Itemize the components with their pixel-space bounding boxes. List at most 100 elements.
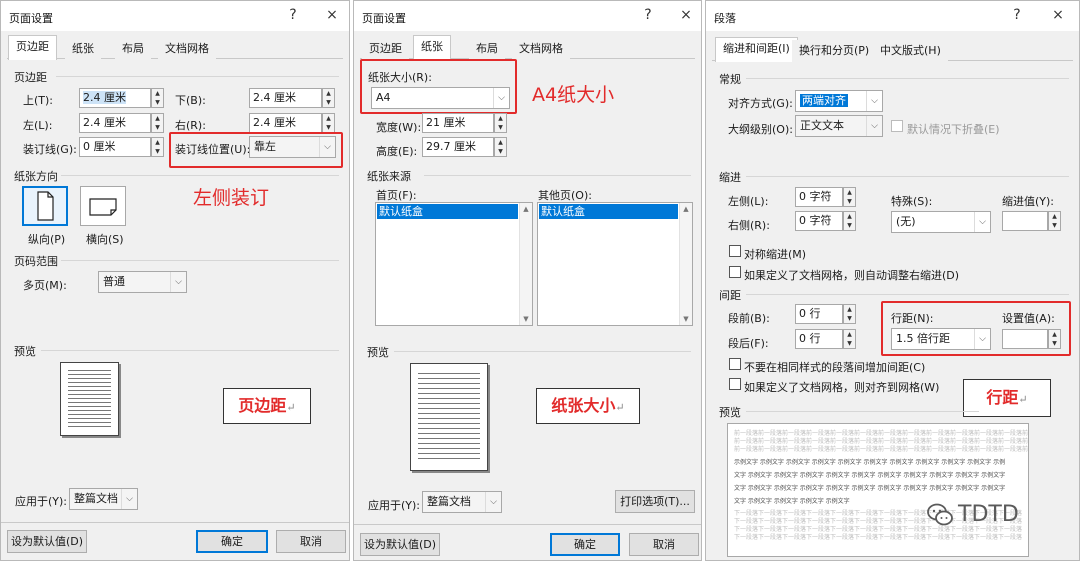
tab-margins[interactable]: 页边距 [8, 35, 57, 60]
help-icon[interactable]: ? [1008, 7, 1026, 23]
right-margin-label: 右(R): [175, 119, 206, 132]
no-space-same-style-checkbox[interactable] [729, 358, 741, 370]
ok-button[interactable]: 确定 [550, 533, 620, 556]
right-indent-input[interactable]: 0 字符 [795, 211, 843, 231]
space-before-spinner[interactable]: ▲ ▼ [843, 304, 856, 324]
portrait-page-icon [37, 191, 54, 221]
annotation-highlight-line-spacing [881, 301, 1071, 356]
paper-width-spinner[interactable]: ▲ ▼ [494, 113, 507, 133]
tab-margins[interactable]: 页边距 [362, 38, 409, 60]
paper-height-input[interactable]: 29.7 厘米 [422, 137, 494, 157]
tab-document-grid[interactable]: 文档网格 [512, 38, 570, 60]
set-default-button[interactable]: 设为默认值(D) [7, 530, 87, 553]
alignment-select[interactable]: 两端对齐 ⌵ [795, 90, 883, 112]
top-margin-input[interactable]: 2.4 厘米 [79, 88, 151, 108]
portrait-option[interactable] [22, 186, 68, 226]
ok-button[interactable]: 确定 [196, 530, 268, 553]
scrollbar[interactable]: ▲ ▼ [519, 203, 532, 325]
other-pages-label: 其他页(O): [538, 189, 592, 202]
tab-paper[interactable]: 纸张 [65, 38, 101, 60]
annotation-a4-size: A4纸大小 [532, 84, 615, 106]
preview-previous-paragraph: 前一段落前一段落前一段落前一段落前一段落前一段落前一段落前一段落前一段落前一段落… [734, 446, 1029, 453]
other-pages-tray-list[interactable]: 默认纸盒 ▲ ▼ [537, 202, 693, 326]
preview-group-label: 预览 [367, 346, 389, 359]
left-indent-spinner[interactable]: ▲ ▼ [843, 187, 856, 207]
left-margin-label: 左(L): [23, 119, 53, 132]
scroll-down-icon[interactable]: ▼ [520, 315, 532, 323]
preview-next-paragraph: 下一段落下一段落下一段落下一段落下一段落下一段落下一段落下一段落下一段落下一段落… [734, 534, 1023, 541]
portrait-label[interactable]: 纵向(P) [28, 231, 65, 247]
indent-by-input[interactable] [1002, 211, 1048, 231]
scrollbar[interactable]: ▲ ▼ [679, 203, 692, 325]
divider [1, 522, 349, 523]
list-item[interactable]: 默认纸盒 [539, 204, 678, 219]
paragraph-preview: 前一段落前一段落前一段落前一段落前一段落前一段落前一段落前一段落前一段落前一段落… [727, 423, 1029, 557]
gutter-spinner[interactable]: ▲ ▼ [151, 137, 164, 157]
collapse-by-default-label: 默认情况下折叠(E) [907, 123, 1000, 136]
indent-by-spinner[interactable]: ▲ ▼ [1048, 211, 1061, 231]
landscape-label[interactable]: 横向(S) [86, 231, 124, 247]
right-margin-spinner[interactable]: ▲ ▼ [322, 113, 335, 133]
cancel-button[interactable]: 取消 [276, 530, 346, 553]
close-icon[interactable]: × [1049, 7, 1067, 23]
print-options-button[interactable]: 打印选项(T)... [615, 490, 695, 513]
mirror-indent-checkbox[interactable] [729, 245, 741, 257]
tab-paper[interactable]: 纸张 [413, 35, 451, 60]
scroll-up-icon[interactable]: ▲ [680, 205, 692, 213]
right-margin-input[interactable]: 2.4 厘米 [249, 113, 322, 133]
auto-adjust-right-indent-label: 如果定义了文档网格，则自动调整右缩进(D) [744, 269, 960, 282]
close-icon[interactable]: × [323, 7, 341, 23]
paper-height-spinner[interactable]: ▲ ▼ [494, 137, 507, 157]
page-preview [410, 363, 488, 471]
snap-to-grid-checkbox[interactable] [729, 378, 741, 390]
outline-level-select[interactable]: 正文文本 ⌵ [795, 115, 883, 137]
first-page-label: 首页(F): [376, 189, 417, 202]
wechat-logo-icon [925, 500, 955, 530]
space-after-spinner[interactable]: ▲ ▼ [843, 329, 856, 349]
left-indent-input[interactable]: 0 字符 [795, 187, 843, 207]
gutter-input[interactable]: 0 厘米 [79, 137, 151, 157]
apply-to-select[interactable]: 整篇文档 ⌵ [422, 491, 502, 513]
page-setup-dialog-paper: 页面设置 ? × 页边距 纸张 布局 文档网格 纸张大小(R): A4 ⌵ A4纸… [353, 0, 702, 561]
scroll-up-icon[interactable]: ▲ [520, 205, 532, 213]
dialog-title: 页面设置 [362, 12, 406, 25]
auto-adjust-right-indent-checkbox[interactable] [729, 266, 741, 278]
preview-sample-text: 文字 示例文字 示例文字 示例文字 示例文字 示例文字 示例文字 示例文字 示例… [734, 472, 1006, 479]
apply-to-label: 应用于(Y): [15, 495, 68, 508]
first-page-tray-list[interactable]: 默认纸盒 ▲ ▼ [375, 202, 533, 326]
top-margin-label: 上(T): [23, 94, 54, 107]
set-default-button[interactable]: 设为默认值(D) [360, 533, 440, 556]
margins-group-label: 页边距 [14, 71, 47, 84]
space-after-input[interactable]: 0 行 [795, 329, 843, 349]
left-margin-spinner[interactable]: ▲ ▼ [151, 113, 164, 133]
tab-indents-spacing[interactable]: 缩进和间距(I) [715, 37, 798, 62]
right-indent-spinner[interactable]: ▲ ▼ [843, 211, 856, 231]
scroll-down-icon[interactable]: ▼ [680, 315, 692, 323]
bottom-margin-spinner[interactable]: ▲ ▼ [322, 88, 335, 108]
preview-sample-text: 文字 示例文字 示例文字 示例文字 示例文字 示例文字 示例文字 示例文字 示例… [734, 485, 1006, 492]
tab-asian-typography[interactable]: 中文版式(H) [873, 40, 948, 62]
top-margin-spinner[interactable]: ▲ ▼ [151, 88, 164, 108]
close-icon[interactable]: × [677, 7, 695, 23]
landscape-option[interactable] [80, 186, 126, 226]
collapse-by-default-checkbox[interactable] [891, 120, 903, 132]
preview-sample-text: 文字 示例文字 示例文字 示例文字 示例文字 [734, 498, 850, 505]
divider [746, 78, 1069, 79]
landscape-page-icon [89, 198, 117, 216]
cancel-button[interactable]: 取消 [629, 533, 699, 556]
help-icon[interactable]: ? [639, 7, 657, 23]
bottom-margin-input[interactable]: 2.4 厘米 [249, 88, 322, 108]
multiple-pages-select[interactable]: 普通 ⌵ [98, 271, 187, 293]
tab-document-grid[interactable]: 文档网格 [158, 38, 216, 60]
apply-to-select[interactable]: 整篇文档 ⌵ [69, 488, 138, 510]
help-icon[interactable]: ? [284, 7, 302, 23]
paper-width-input[interactable]: 21 厘米 [422, 113, 494, 133]
tab-layout[interactable]: 布局 [469, 38, 505, 60]
special-indent-select[interactable]: (无) ⌵ [891, 211, 991, 233]
list-item[interactable]: 默认纸盒 [377, 204, 518, 219]
left-margin-input[interactable]: 2.4 厘米 [79, 113, 151, 133]
tab-line-page-breaks[interactable]: 换行和分页(P) [792, 40, 877, 62]
right-indent-label: 右侧(R): [728, 219, 770, 232]
space-before-input[interactable]: 0 行 [795, 304, 843, 324]
tab-layout[interactable]: 布局 [115, 38, 151, 60]
